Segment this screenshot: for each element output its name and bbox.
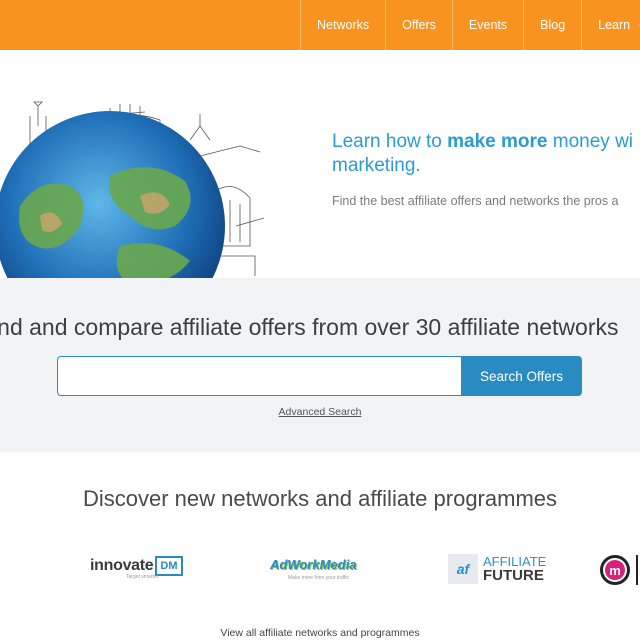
hero-subtext: Find the best affiliate offers and netwo…: [332, 194, 619, 208]
logo-affiliate-future[interactable]: af AFFILIATE FUTURE: [448, 554, 546, 584]
nav-offers-label: Offers: [402, 18, 436, 32]
nav-networks[interactable]: Networks: [300, 0, 385, 50]
search-title: Find and compare affiliate offers from o…: [0, 314, 619, 340]
nav-offers[interactable]: Offers: [385, 0, 452, 50]
advanced-search-wrapper: Advanced Search: [0, 406, 640, 418]
m-logo-circle: m: [600, 555, 630, 585]
innovate-logo-dm: DM: [155, 556, 183, 576]
m-logo-divider: [636, 555, 638, 585]
nav-blog-label: Blog: [540, 18, 566, 32]
hero-section: Learn how to make more money wi marketin…: [0, 50, 640, 278]
main-menu: Networks Offers Events Blog Learn⌵: [300, 0, 640, 50]
hero-headline-bold: make more: [447, 131, 548, 152]
nav-networks-label: Networks: [317, 18, 370, 32]
search-offers-button[interactable]: Search Offers: [461, 356, 582, 396]
affiliate-future-text: AFFILIATE FUTURE: [483, 555, 546, 584]
nav-blog[interactable]: Blog: [523, 0, 581, 50]
affiliate-future-mark: af: [448, 554, 478, 584]
innovate-logo-word: innovate: [90, 557, 154, 574]
logo-innovate-dm[interactable]: innovate DM Target smarter: [90, 556, 183, 580]
adwork-logo-word: AdWorkMedia: [270, 557, 357, 572]
innovate-logo-tagline: Target smarter: [126, 574, 159, 580]
view-all-networks-link[interactable]: View all affiliate networks and programm…: [0, 627, 640, 639]
nav-learn[interactable]: Learn⌵: [581, 0, 640, 50]
nav-learn-label: Learn: [598, 18, 631, 32]
search-input[interactable]: [57, 356, 461, 396]
hero-headline-line2: marketing.: [332, 155, 421, 176]
logo-m-network[interactable]: m: [600, 555, 638, 585]
nav-events-label: Events: [468, 18, 508, 32]
advanced-search-link[interactable]: Advanced Search: [279, 406, 362, 418]
affiliate-future-line2: FUTURE: [483, 567, 544, 584]
globe-landmarks-illustration: [0, 101, 265, 278]
search-section: Find and compare affiliate offers from o…: [0, 278, 640, 452]
discover-title: Discover new networks and affiliate prog…: [82, 486, 558, 511]
top-navigation-bar: Networks Offers Events Blog Learn⌵: [0, 0, 640, 50]
logo-adworkmedia[interactable]: AdWorkMedia Make more from your traffic: [270, 557, 357, 581]
nav-events[interactable]: Events: [451, 0, 523, 50]
hero-headline-suffix: money wi: [547, 131, 634, 152]
hero-headline-prefix: Learn how to: [332, 131, 448, 152]
adwork-logo-tagline: Make more from your traffic: [288, 575, 350, 581]
hero-headline: Learn how to make more money wi marketin…: [332, 130, 640, 178]
m-logo-letter: m: [605, 560, 625, 580]
